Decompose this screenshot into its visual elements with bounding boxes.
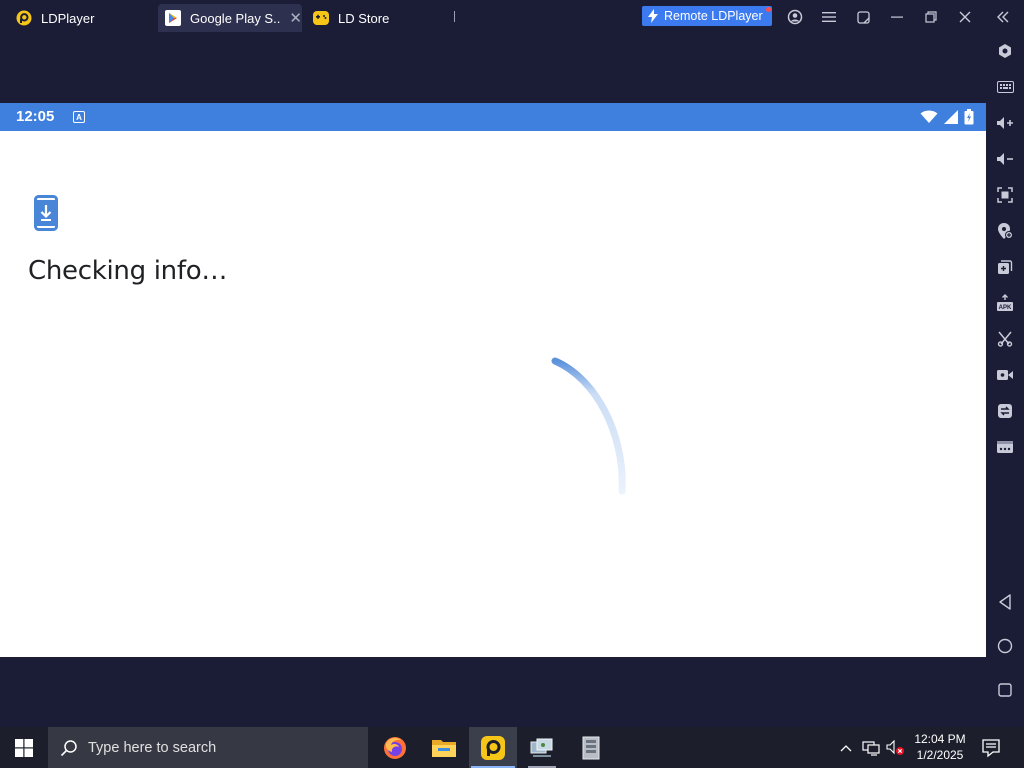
menu-icon[interactable] xyxy=(820,8,838,26)
search-placeholder: Type here to search xyxy=(88,739,217,756)
notification-center-icon[interactable] xyxy=(980,737,1002,759)
tab-ldplayer[interactable]: LDPlayer xyxy=(16,4,146,32)
taskbar-search[interactable]: Type here to search xyxy=(48,727,368,768)
signal-icon xyxy=(944,110,958,124)
side-toolbar: APK xyxy=(986,34,1024,727)
taskbar-date: 1/2/2025 xyxy=(916,748,964,762)
remote-ldplayer-button[interactable]: Remote LDPlayer xyxy=(642,6,772,26)
tab-ld-store[interactable]: LD Store xyxy=(313,4,423,32)
chevron-up-icon[interactable] xyxy=(836,744,856,752)
taskbar-app-ldplayer[interactable] xyxy=(469,727,517,768)
remote-button-label: Remote LDPlayer xyxy=(664,9,763,23)
file-explorer-icon xyxy=(431,737,457,759)
tab-label: LDPlayer xyxy=(41,10,95,26)
collapse-toolbar-icon[interactable] xyxy=(994,8,1012,26)
taskbar-app-firefox[interactable] xyxy=(371,727,419,768)
tab-label: LD Store xyxy=(338,10,390,26)
account-icon[interactable] xyxy=(786,8,804,26)
settings-icon[interactable] xyxy=(995,41,1015,61)
apk-install-icon[interactable]: APK xyxy=(995,293,1015,313)
minimize-icon[interactable] xyxy=(888,8,906,26)
start-button[interactable] xyxy=(0,727,48,768)
multi-instance-icon[interactable] xyxy=(995,257,1015,277)
taskbar-app-file-explorer[interactable] xyxy=(420,727,468,768)
tab-label: Google Play S... xyxy=(190,10,282,26)
scissors-icon[interactable] xyxy=(995,329,1015,349)
network-app-icon xyxy=(529,736,555,760)
restore-icon[interactable] xyxy=(922,8,940,26)
android-status-bar: 12:05 A xyxy=(0,103,986,131)
add-location-icon[interactable] xyxy=(995,221,1015,241)
tab-google-play[interactable]: Google Play S... ✕ xyxy=(158,4,302,32)
page-title: Checking info… xyxy=(28,256,228,286)
home-icon[interactable] xyxy=(995,636,1015,656)
network-icon[interactable] xyxy=(862,740,880,756)
title-bar: LDPlayer Google Play S... ✕ LD Store Rem… xyxy=(0,0,1024,34)
recents-icon[interactable] xyxy=(995,680,1015,700)
windows-logo-icon xyxy=(15,738,33,757)
resize-icon[interactable] xyxy=(854,8,872,26)
system-tray xyxy=(836,727,906,768)
notification-icon: A xyxy=(73,111,85,123)
wifi-icon xyxy=(920,110,938,124)
ldplayer-window: LDPlayer Google Play S... ✕ LD Store Rem… xyxy=(0,0,1024,768)
back-icon[interactable] xyxy=(995,592,1015,612)
windows-taskbar: Type here to search 12:04 PM 1/2/2025 xyxy=(0,727,1024,768)
loading-spinner xyxy=(540,348,640,498)
ldplayer-logo-icon xyxy=(16,10,32,26)
android-screen[interactable]: 12:05 A Checking info… xyxy=(0,103,986,657)
volume-down-icon[interactable] xyxy=(995,149,1015,169)
archive-app-icon xyxy=(580,735,602,761)
firefox-icon xyxy=(382,735,408,761)
ld-store-icon xyxy=(313,10,329,26)
taskbar-app-network[interactable] xyxy=(518,727,566,768)
battery-icon xyxy=(964,109,974,125)
taskbar-app-archive[interactable] xyxy=(567,727,615,768)
status-time: 12:05 xyxy=(16,108,55,125)
screenshot-icon[interactable] xyxy=(995,185,1015,205)
sync-icon[interactable] xyxy=(995,401,1015,421)
ldplayer-taskbar-icon xyxy=(480,735,506,761)
record-video-icon[interactable] xyxy=(995,365,1015,385)
close-tab-icon[interactable]: ✕ xyxy=(289,9,302,27)
more-icon[interactable] xyxy=(995,437,1015,457)
tab-divider xyxy=(454,11,455,22)
volume-muted-icon[interactable] xyxy=(886,739,906,756)
lightning-icon xyxy=(647,9,659,23)
taskbar-clock[interactable]: 12:04 PM 1/2/2025 xyxy=(905,731,975,763)
svg-text:APK: APK xyxy=(999,305,1012,311)
google-play-icon xyxy=(165,10,181,26)
keyboard-icon[interactable] xyxy=(995,77,1015,97)
search-icon xyxy=(60,739,78,757)
volume-up-icon[interactable] xyxy=(995,113,1015,133)
close-icon[interactable] xyxy=(956,8,974,26)
taskbar-time: 12:04 PM xyxy=(914,732,966,746)
notification-dot xyxy=(766,7,771,12)
status-icons xyxy=(920,109,974,125)
phone-download-icon xyxy=(34,195,58,231)
